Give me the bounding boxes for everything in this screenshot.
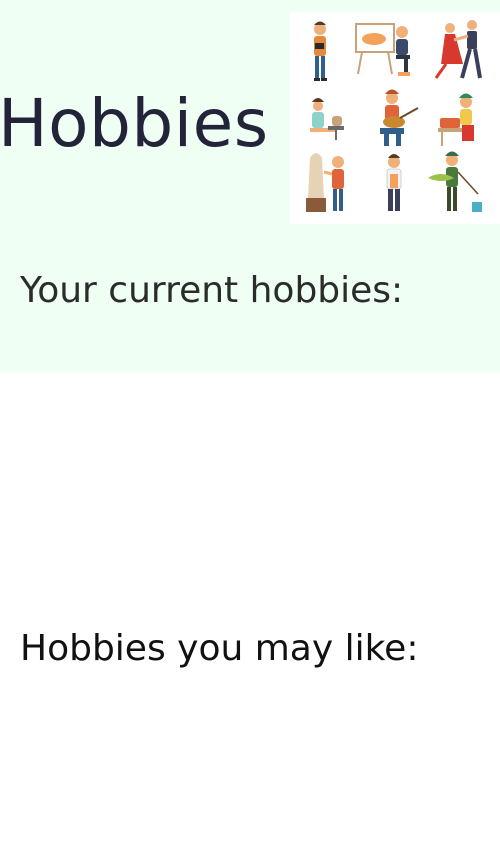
suggested-hobbies-list bbox=[20, 680, 480, 830]
guitarist-figure bbox=[380, 89, 419, 146]
current-hobbies-list bbox=[20, 320, 480, 360]
chef-figure bbox=[386, 154, 402, 211]
hobby-illustration-svg bbox=[306, 20, 482, 212]
painter-figure bbox=[355, 23, 410, 76]
sculptor-figure bbox=[306, 153, 344, 212]
fisher-figure bbox=[428, 151, 482, 212]
photographer-figure bbox=[314, 21, 327, 81]
current-hobbies-label: Your current hobbies: bbox=[20, 270, 404, 311]
suggested-hobbies-label: Hobbies you may like: bbox=[20, 628, 419, 669]
potter-figure bbox=[310, 98, 344, 140]
page-title: Hobbies bbox=[0, 85, 269, 162]
header-section: Hobbies Your current hobbies: bbox=[0, 0, 500, 372]
sewing-figure bbox=[438, 93, 474, 146]
hobby-people-illustration bbox=[290, 12, 500, 224]
dancers-figure bbox=[434, 20, 482, 79]
